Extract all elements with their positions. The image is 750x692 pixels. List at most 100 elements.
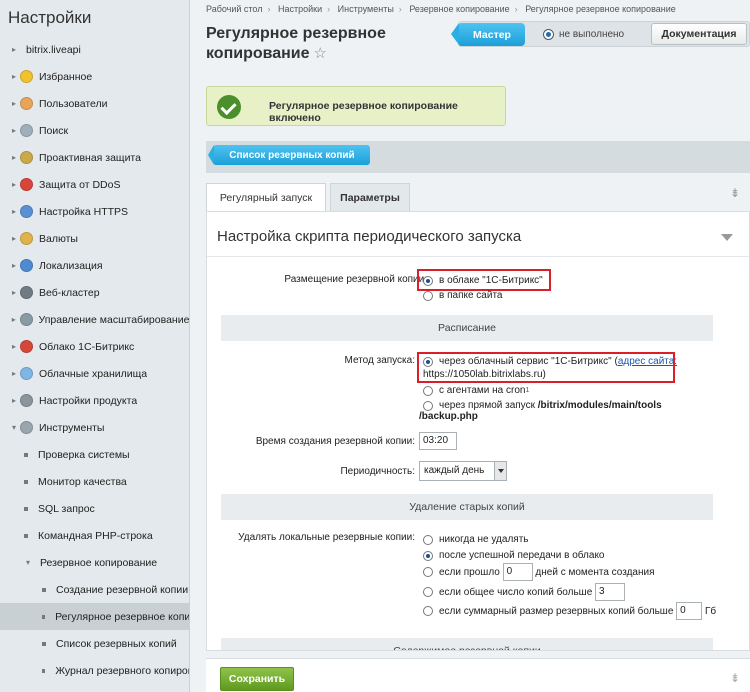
sidebar-item[interactable]: ▸ Настройка HTTPS (0, 198, 189, 225)
page-title-text: Регулярное резервное копирование (206, 25, 386, 62)
sidebar-item[interactable]: SQL запрос (0, 495, 189, 522)
sidebar-item[interactable]: ▸ Поиск (0, 117, 189, 144)
notice-text: Регулярное резервное копирование включен… (269, 100, 458, 124)
menu-icon (19, 313, 33, 326)
sidebar-item[interactable]: ▸ Локализация (0, 252, 189, 279)
sidebar-item[interactable]: Список резервных копий (0, 630, 189, 657)
collapse-arrow-icon[interactable] (721, 234, 733, 241)
info-mark: 1 (525, 387, 530, 394)
period-value: каждый день (424, 465, 485, 476)
radio-button[interactable] (423, 290, 433, 301)
sidebar-item[interactable]: ▸ Избранное (0, 63, 189, 90)
size-input[interactable]: 0 (676, 602, 703, 620)
sidebar-item[interactable]: ▸ Облачные хранилища (0, 360, 189, 387)
sidebar-item[interactable]: ▾ Инструменты (0, 414, 189, 441)
sidebar-item[interactable]: ▸ Облако 1С-Битрикс (0, 333, 189, 360)
sidebar-item[interactable]: ▸ Настройки продукта (0, 387, 189, 414)
period-select[interactable]: каждый день (419, 461, 507, 481)
placement-site-option[interactable]: в папке сайта (423, 290, 503, 301)
expand-arrow-icon[interactable]: ▸ (8, 45, 20, 54)
expand-arrow-icon[interactable]: ▸ (8, 315, 20, 324)
tab-regular-run[interactable]: Регулярный запуск (206, 183, 326, 211)
sidebar-item[interactable]: Командная PHP-строка (0, 522, 189, 549)
breadcrumb-item[interactable]: Инструменты (338, 4, 394, 14)
bullet-icon (24, 533, 28, 538)
radio-button[interactable] (423, 567, 433, 577)
expand-arrow-icon[interactable]: ▸ (8, 126, 20, 135)
delete-days-option[interactable]: если прошло 0 дней с момента создания (423, 563, 655, 581)
sidebar-item[interactable]: ▸ Управление масштабированием (0, 306, 190, 333)
breadcrumb-item[interactable]: Регулярное резервное копирование (525, 4, 676, 14)
breadcrumb-item[interactable]: Резервное копирование (409, 4, 509, 14)
radio-button[interactable] (423, 550, 433, 561)
star-icon[interactable]: ☆ (314, 45, 327, 62)
breadcrumb-item[interactable]: Рабочий стол (206, 4, 263, 14)
sidebar-item[interactable]: ▸ Пользователи (0, 90, 189, 117)
sidebar-item-label: Локализация (39, 259, 103, 272)
pin-icon[interactable]: ⇟ (730, 186, 740, 200)
expand-arrow-icon[interactable]: ▸ (8, 180, 20, 189)
master-button[interactable]: Мастер (451, 23, 525, 46)
delete-never-option[interactable]: никогда не удалять (423, 534, 529, 545)
expand-arrow-icon[interactable]: ▸ (8, 207, 20, 216)
sidebar-item[interactable]: ▸ Валюты (0, 225, 189, 252)
backup-list-button[interactable]: Список резервных копий (208, 145, 370, 165)
time-input[interactable]: 03:20 (419, 432, 457, 450)
radio-button[interactable] (423, 606, 433, 616)
pin-icon[interactable]: ⇟ (730, 671, 740, 685)
expand-arrow-icon[interactable]: ▸ (8, 369, 20, 378)
expand-arrow-icon[interactable]: ▸ (8, 153, 20, 162)
menu-icon (20, 124, 33, 137)
radio-button[interactable] (423, 534, 433, 545)
sidebar-item[interactable]: ▸ bitrix.liveapi (0, 36, 189, 63)
sidebar-item[interactable]: ▸ Проактивная защита (0, 144, 189, 171)
sidebar-item[interactable]: ▸ Веб-кластер (0, 279, 189, 306)
sidebar-item[interactable]: Создание резервной копии (0, 576, 189, 603)
method-cron-option[interactable]: с агентами на cron 1 (423, 385, 529, 396)
save-button[interactable]: Сохранить (220, 667, 294, 691)
expand-arrow-icon[interactable]: ▸ (8, 234, 20, 243)
highlight-box (417, 352, 675, 383)
sidebar-item[interactable]: Регулярное резервное копирование (0, 603, 189, 630)
sidebar-item-label: Список резервных копий (56, 637, 177, 650)
delete-count-option[interactable]: если общее число копий больше 3 (423, 583, 626, 601)
count-input[interactable]: 3 (595, 583, 626, 601)
breadcrumb: Рабочий стол › Настройки › Инструменты › Ре… (206, 4, 676, 14)
expand-arrow-icon[interactable]: ▸ (8, 288, 20, 297)
breadcrumb-item[interactable]: Настройки (278, 4, 322, 14)
method-direct-option[interactable]: через прямой запуск /bitrix/modules/main… (423, 400, 662, 411)
option-label: если суммарный размер резервных копий бо… (439, 605, 674, 617)
sidebar-item[interactable]: ▸ Защита от DDoS (0, 171, 189, 198)
delete-size-option[interactable]: если суммарный размер резервных копий бо… (423, 602, 716, 620)
expand-arrow-icon[interactable]: ▸ (8, 342, 20, 351)
breadcrumb-separator: › (514, 4, 518, 14)
sidebar-item[interactable]: Проверка системы (0, 441, 189, 468)
days-input[interactable]: 0 (502, 563, 533, 581)
radio-button[interactable] (423, 400, 433, 411)
sidebar-item[interactable]: Журнал резервного копирования (0, 657, 189, 684)
sidebar-item[interactable]: ▾ Резервное копирование (0, 549, 189, 576)
expand-arrow-icon[interactable]: ▾ (22, 558, 34, 567)
documentation-button[interactable]: Документация (651, 23, 747, 45)
schedule-section-header: Расписание (221, 315, 713, 341)
radio-button[interactable] (423, 385, 433, 396)
breadcrumb-separator: › (267, 4, 271, 14)
bullet-icon (24, 506, 28, 511)
method-direct-path: /backup.php (419, 411, 478, 422)
radio-button[interactable] (423, 587, 433, 597)
top-toolbar: Мастер не выполнено Документация (451, 21, 750, 47)
expand-arrow-icon[interactable]: ▸ (8, 396, 20, 405)
expand-arrow-icon[interactable]: ▸ (8, 261, 20, 270)
delete-after-upload-option[interactable]: после успешной передачи в облако (423, 550, 605, 561)
tab-parameters[interactable]: Параметры (330, 183, 410, 211)
chevron-down-icon[interactable] (494, 462, 506, 480)
option-label: если общее число копий больше (439, 586, 593, 598)
option-label: с агентами на cron (439, 385, 526, 396)
delete-label: Удалять локальные резервные копии: (238, 532, 415, 543)
sidebar-item-label: Создание резервной копии (56, 583, 189, 596)
sidebar-item[interactable]: Монитор качества (0, 468, 189, 495)
expand-arrow-icon[interactable]: ▸ (8, 72, 20, 81)
expand-arrow-icon[interactable]: ▾ (8, 423, 20, 432)
sidebar-item-label: Управление масштабированием (38, 313, 190, 326)
expand-arrow-icon[interactable]: ▸ (8, 99, 20, 108)
